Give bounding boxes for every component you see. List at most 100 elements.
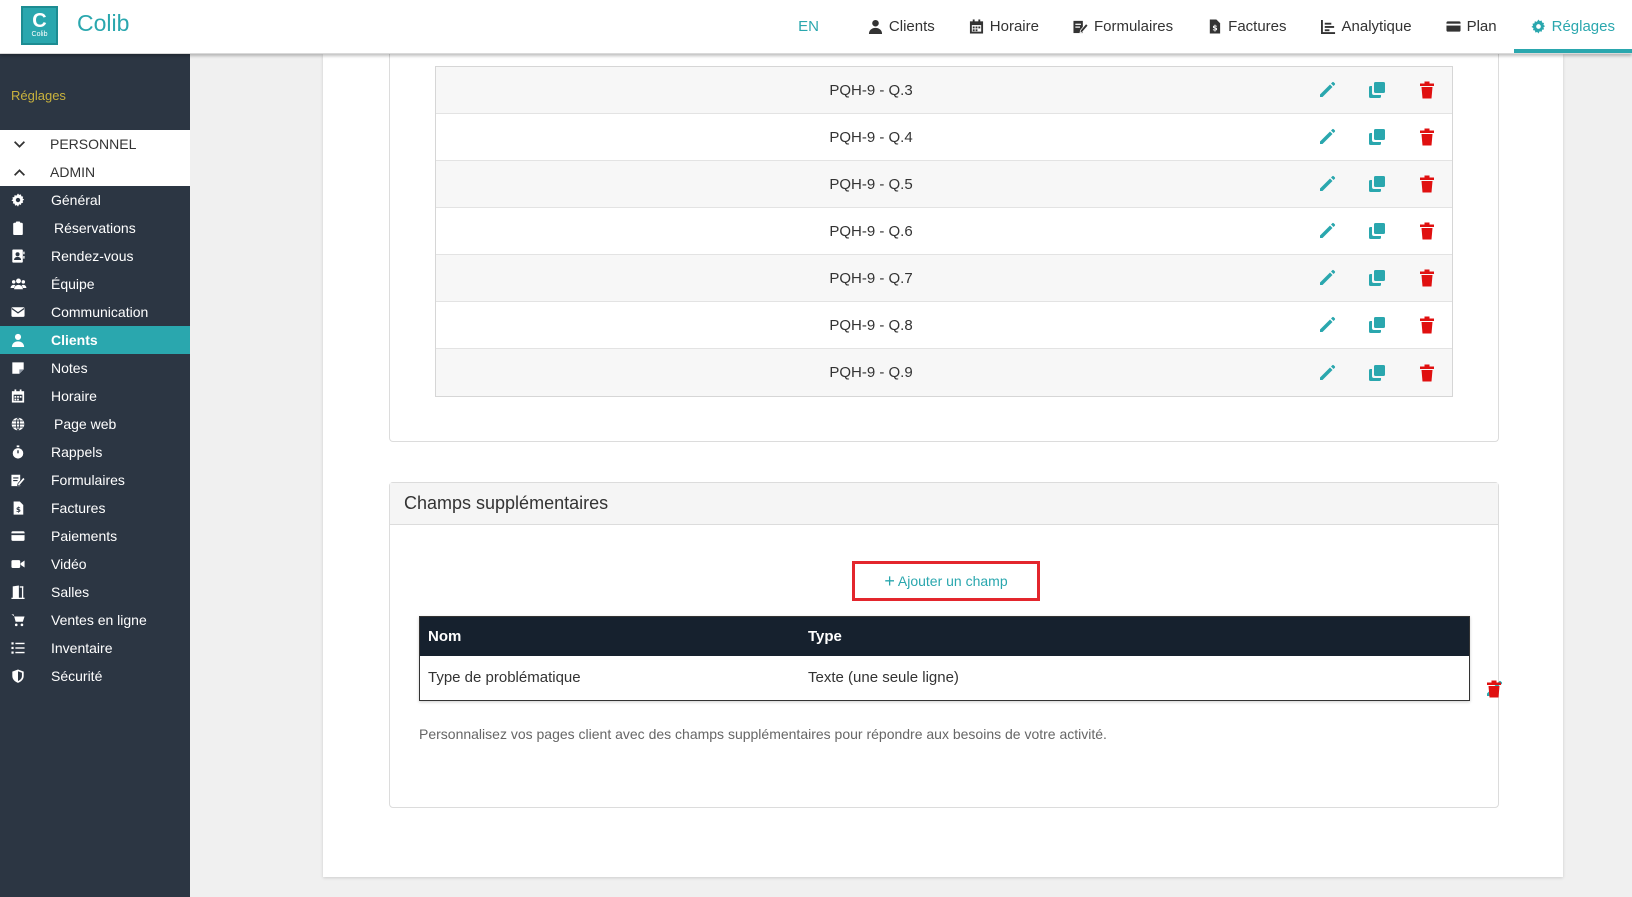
- sidebar-item-salles[interactable]: Salles: [0, 578, 190, 606]
- sidebar-item-label: Équipe: [51, 276, 95, 292]
- sidebar-item-general[interactable]: Général: [0, 186, 190, 214]
- logo-subtext: Colib: [31, 31, 48, 38]
- nav-reglages[interactable]: Réglages: [1513, 0, 1632, 53]
- nav-analytique-label: Analytique: [1341, 17, 1412, 35]
- pencil-icon[interactable]: [1302, 315, 1352, 335]
- pencil-icon[interactable]: [1302, 363, 1352, 383]
- sidebar-group-personnel[interactable]: PERSONNEL: [0, 130, 190, 158]
- trash-icon[interactable]: [1402, 363, 1452, 383]
- pencil-icon[interactable]: [1302, 174, 1352, 194]
- sidebar-item-rappels[interactable]: Rappels: [0, 438, 190, 466]
- add-field-button[interactable]: + Ajouter un champ: [852, 561, 1040, 601]
- sidebar-item-factures[interactable]: $ Factures: [0, 494, 190, 522]
- sidebar-item-equipe[interactable]: Équipe: [0, 270, 190, 298]
- sidebar-item-video[interactable]: Vidéo: [0, 550, 190, 578]
- svg-text:$: $: [16, 506, 21, 514]
- sidebar-item-label: Clients: [51, 332, 98, 348]
- nav-plan-label: Plan: [1466, 17, 1497, 35]
- sidebar-item-ventes-en-ligne[interactable]: Ventes en ligne: [0, 606, 190, 634]
- sidebar-group-label: PERSONNEL: [50, 136, 137, 152]
- trash-icon[interactable]: [1402, 268, 1452, 288]
- trash-icon[interactable]: [1402, 315, 1452, 335]
- sidebar-item-reservations[interactable]: Réservations: [0, 214, 190, 242]
- sidebar-item-label: Sécurité: [51, 668, 103, 684]
- gear-icon: [0, 193, 36, 207]
- copy-icon[interactable]: [1352, 127, 1402, 147]
- copy-icon[interactable]: [1352, 174, 1402, 194]
- nav-formulaires[interactable]: Formulaires: [1056, 0, 1190, 52]
- sidebar-item-rendez-vous[interactable]: Rendez-vous: [0, 242, 190, 270]
- list-icon: [0, 641, 36, 655]
- question-name: PQH-9 - Q.3: [829, 81, 913, 99]
- sidebar-item-notes[interactable]: Notes: [0, 354, 190, 382]
- sidebar-item-paiements[interactable]: Paiements: [0, 522, 190, 550]
- question-name: PQH-9 - Q.8: [829, 316, 913, 334]
- nav-analytique[interactable]: Analytique: [1304, 0, 1429, 52]
- pencil-icon[interactable]: [1302, 80, 1352, 100]
- sidebar-item-label: Réservations: [54, 220, 136, 236]
- door-icon: [0, 585, 36, 599]
- sidebar-group-admin[interactable]: ADMIN: [0, 158, 190, 186]
- nav-clients-label: Clients: [888, 17, 935, 35]
- sidebar-item-formulaires[interactable]: Formulaires: [0, 466, 190, 494]
- team-icon: [0, 277, 36, 291]
- question-name: PQH-9 - Q.6: [829, 222, 913, 240]
- sidebar-item-horaire[interactable]: Horaire: [0, 382, 190, 410]
- nav-clients[interactable]: Clients: [851, 0, 952, 52]
- sidebar-item-label: Vidéo: [51, 556, 87, 572]
- envelope-icon: [0, 305, 36, 319]
- add-field-label: Ajouter un champ: [897, 573, 1008, 589]
- language-toggle[interactable]: EN: [781, 0, 851, 52]
- cart-icon: [0, 613, 36, 627]
- field-name: Type de problématique: [428, 669, 581, 686]
- invoice-icon: $: [0, 501, 36, 515]
- settings-sidebar: Réglages PERSONNEL ADMIN Général Réserva…: [0, 54, 190, 897]
- clipboard-icon: [0, 221, 36, 235]
- copy-icon[interactable]: [1352, 80, 1402, 100]
- top-navbar: C Colib Colib EN Clients Horaire Formula…: [0, 0, 1632, 54]
- table-header: Nom Type: [420, 617, 1469, 656]
- copy-icon[interactable]: [1352, 268, 1402, 288]
- extra-fields-table: Nom Type Type de problématique Texte (un…: [419, 616, 1503, 701]
- sidebar-item-clients[interactable]: Clients: [0, 326, 190, 354]
- video-icon: [0, 557, 36, 571]
- field-type: Texte (une seule ligne): [808, 669, 959, 686]
- table-row: PQH-9 - Q.4: [436, 114, 1452, 161]
- nav-horaire[interactable]: Horaire: [952, 0, 1056, 52]
- svg-text:$: $: [1213, 23, 1218, 32]
- trash-icon[interactable]: [1402, 127, 1452, 147]
- trash-icon[interactable]: [1402, 174, 1452, 194]
- copy-icon[interactable]: [1352, 363, 1402, 383]
- trash-icon[interactable]: [1469, 679, 1519, 699]
- sidebar-item-label: Communication: [51, 304, 149, 320]
- pencil-icon[interactable]: [1302, 127, 1352, 147]
- copy-icon[interactable]: [1352, 315, 1402, 335]
- question-name: PQH-9 - Q.9: [829, 364, 913, 381]
- sidebar-item-inventaire[interactable]: Inventaire: [0, 634, 190, 662]
- column-header-type: Type: [808, 628, 842, 645]
- copy-icon[interactable]: [1352, 221, 1402, 241]
- sidebar-item-label: Inventaire: [51, 640, 113, 656]
- calendar-icon: [0, 389, 36, 403]
- sidebar-item-securite[interactable]: Sécurité: [0, 662, 190, 690]
- globe-icon: [0, 417, 36, 431]
- gear-icon: [1531, 18, 1545, 34]
- nav-plan[interactable]: Plan: [1429, 0, 1514, 52]
- pencil-icon[interactable]: [1302, 268, 1352, 288]
- sidebar-item-page-web[interactable]: Page web: [0, 410, 190, 438]
- table-row: PQH-9 - Q.8: [436, 302, 1452, 349]
- sidebar-item-label: Général: [51, 192, 101, 208]
- sidebar-item-communication[interactable]: Communication: [0, 298, 190, 326]
- nav-factures[interactable]: $ Factures: [1190, 0, 1303, 52]
- pencil-icon[interactable]: [1302, 221, 1352, 241]
- trash-icon[interactable]: [1402, 80, 1452, 100]
- trash-icon[interactable]: [1402, 221, 1452, 241]
- table-row: PQH-9 - Q.3: [436, 67, 1452, 114]
- credit-card-icon: [0, 529, 36, 543]
- sidebar-item-label: Formulaires: [51, 472, 125, 488]
- nav-reglages-label: Réglages: [1551, 17, 1615, 35]
- brand-name[interactable]: Colib: [77, 10, 129, 37]
- user-icon: [868, 19, 882, 34]
- sidebar-item-label: Paiements: [51, 528, 118, 544]
- colib-logo[interactable]: C Colib: [21, 6, 58, 45]
